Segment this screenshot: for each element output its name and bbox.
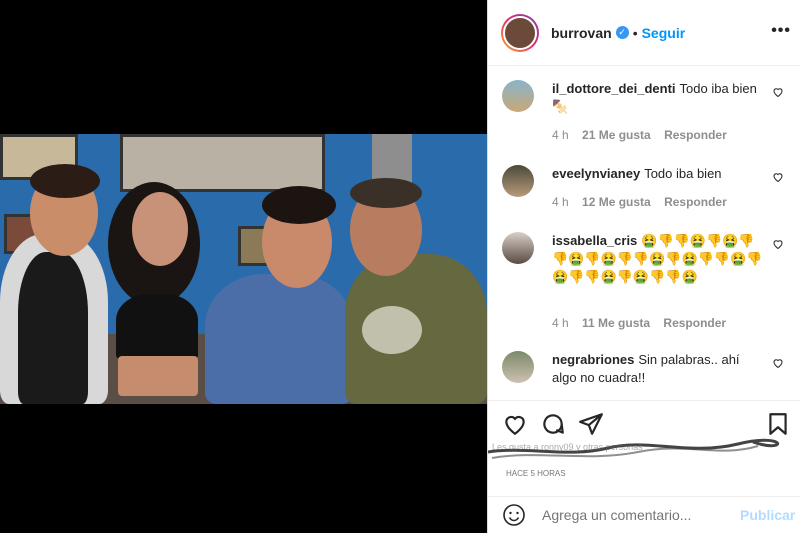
verified-badge-icon: ✓	[615, 26, 629, 39]
comment-item: negrabriones Sin palabras.. ahí algo no c…	[502, 351, 792, 397]
reply-button[interactable]: Responder	[664, 195, 727, 209]
comment-likes[interactable]: 12 Me gusta	[582, 195, 651, 209]
add-comment-bar: Publicar	[488, 496, 800, 533]
more-options-icon[interactable]: •••	[771, 22, 791, 40]
comment-meta: 4 h 12 Me gusta Responder	[552, 195, 737, 209]
post-media-area	[0, 0, 487, 533]
person-1-shirt	[18, 252, 88, 404]
comment-time: 4 h	[552, 195, 569, 209]
comment-likes[interactable]: 21 Me gusta	[582, 128, 651, 142]
like-comment-heart-icon[interactable]	[772, 357, 784, 369]
save-bookmark-icon[interactable]	[765, 411, 791, 437]
comment-text: negrabriones Sin palabras.. ahí algo no c…	[552, 352, 740, 385]
comment-time: 4 h	[552, 128, 569, 142]
comment-likes[interactable]: 11 Me gusta	[582, 316, 650, 330]
post-header: burrovan ✓ • Seguir •••	[488, 0, 800, 66]
comment-item: eveelynvianey Todo iba bien 4 h 12 Me gus…	[502, 165, 792, 215]
comment-time: 4 h	[552, 316, 569, 330]
post-photo[interactable]	[0, 134, 487, 404]
person-3-shirt	[205, 274, 353, 404]
scribble-likes-text: Les gusta a ronny09 y otras personas	[492, 442, 643, 452]
comment-meta: 4 h 21 Me gusta Responder	[552, 128, 737, 142]
comment-text: issabella_cris 🤮👎👎🤮👎🤮👎👎🤮👎🤮👎👎🤮👎🤮👎👎🤮👎🤮👎👎🤮👎🤮…	[552, 233, 763, 284]
person-3-hair	[262, 186, 336, 224]
share-paper-plane-icon[interactable]	[578, 411, 604, 437]
like-comment-heart-icon[interactable]	[772, 171, 784, 183]
follow-button[interactable]: Seguir	[642, 25, 686, 41]
commenter-username[interactable]: negrabriones	[552, 352, 634, 367]
like-comment-heart-icon[interactable]	[772, 238, 784, 250]
reply-button[interactable]: Responder	[664, 128, 727, 142]
commenter-avatar[interactable]	[502, 232, 534, 264]
scribbled-out-likes-text: Les gusta a ronny09 y otras personas HAC…	[488, 438, 780, 478]
reply-button[interactable]: Responder	[663, 316, 726, 330]
person-4-shirt-graphic	[362, 306, 422, 354]
person-4-hair	[350, 178, 422, 208]
commenter-username[interactable]: eveelynvianey	[552, 166, 640, 181]
post-comment-button[interactable]: Publicar	[740, 507, 795, 523]
person-1-hair	[30, 164, 100, 198]
comment-text: il_dottore_dei_denti Todo iba bien 🍢	[552, 81, 757, 114]
emoji-smiley-icon[interactable]	[502, 503, 526, 527]
post-side-panel: burrovan ✓ • Seguir ••• il_dottore_dei_d…	[487, 0, 800, 533]
commenter-username[interactable]: issabella_cris	[552, 233, 637, 248]
comment-item: issabella_cris 🤮👎👎🤮👎🤮👎👎🤮👎🤮👎👎🤮👎🤮👎👎🤮👎🤮👎👎🤮👎🤮…	[502, 232, 792, 332]
commenter-avatar[interactable]	[502, 80, 534, 112]
post-timestamp: HACE 5 HORAS	[506, 469, 566, 478]
comments-list[interactable]: il_dottore_dei_denti Todo iba bien 🍢 4 h …	[488, 66, 800, 400]
person-2-skin	[118, 356, 198, 396]
author-username[interactable]: burrovan	[551, 25, 612, 41]
person-2-head	[132, 192, 188, 266]
like-heart-icon[interactable]	[502, 411, 528, 437]
comment-item: il_dottore_dei_denti Todo iba bien 🍢 4 h …	[502, 80, 792, 150]
author-avatar[interactable]	[501, 13, 539, 52]
comment-input[interactable]	[542, 507, 732, 523]
commenter-username[interactable]: il_dottore_dei_denti	[552, 81, 676, 96]
commenter-avatar[interactable]	[502, 165, 534, 197]
header-separator: •	[632, 24, 638, 41]
person-2-top	[116, 294, 198, 360]
comment-text: eveelynvianey Todo iba bien	[552, 166, 722, 181]
comment-meta: 4 h 11 Me gusta Responder	[552, 316, 736, 330]
comment-bubble-icon[interactable]	[540, 411, 566, 437]
commenter-avatar[interactable]	[502, 351, 534, 383]
like-comment-heart-icon[interactable]	[772, 86, 784, 98]
